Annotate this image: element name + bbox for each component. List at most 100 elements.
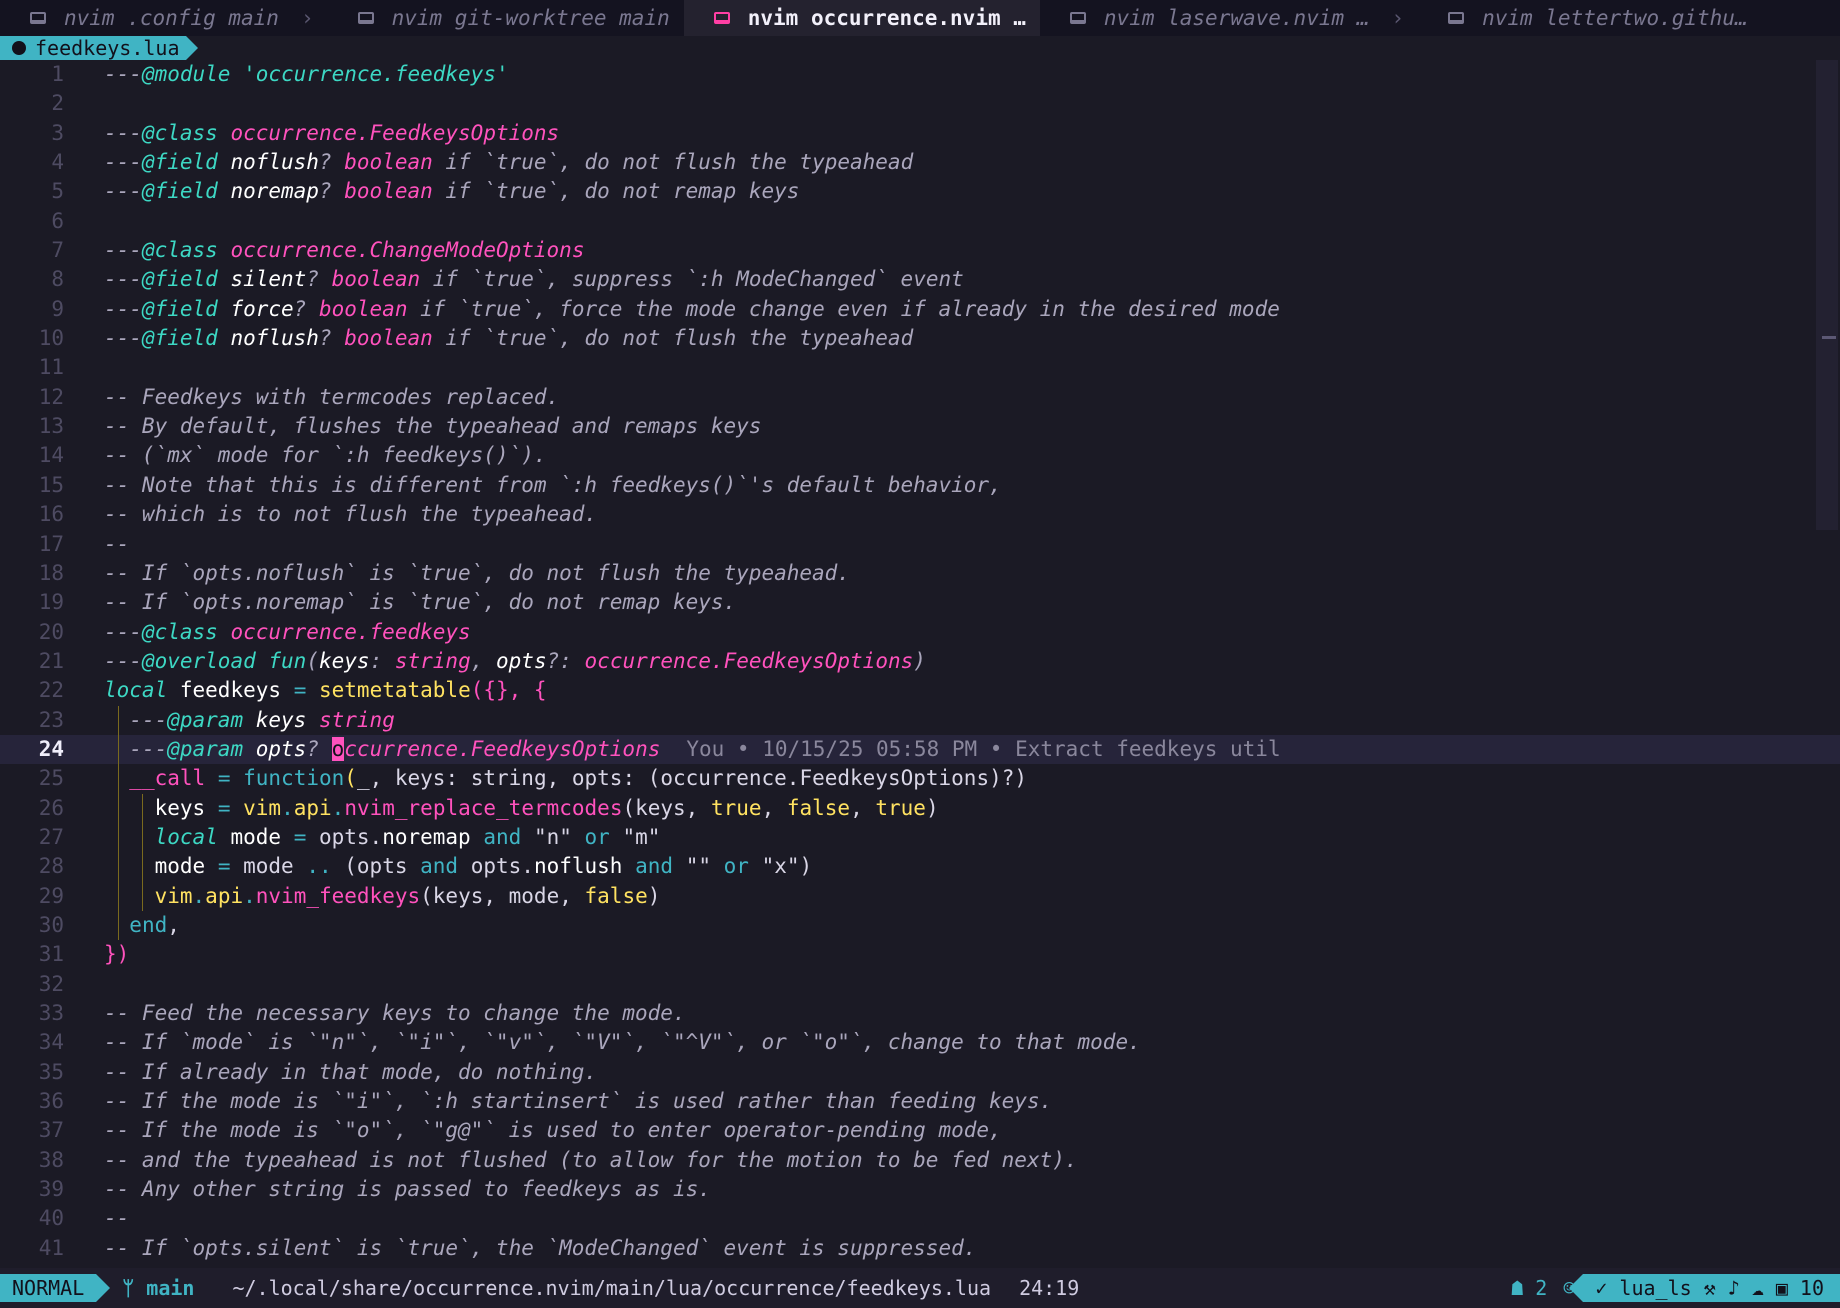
code-line[interactable]: 41 -- If `opts.silent` is `true`, the `Mo…	[0, 1234, 1840, 1263]
line-number: 24	[38, 736, 64, 761]
format-icon[interactable]: ⚒	[1704, 1276, 1716, 1300]
code-token: or	[723, 854, 749, 879]
editor-buffer[interactable]: 1 ---@module 'occurrence.feedkeys' 2 3 ---@c…	[0, 60, 1840, 1273]
code-token: =	[293, 678, 307, 703]
code-token: noflush	[230, 326, 319, 351]
code-line[interactable]: 26 keys = vim.api.nvim_replace_termcodes…	[0, 793, 1840, 823]
code-text: local mode = opts.noremap and "n" or "m"	[104, 823, 661, 852]
laptop-icon	[1448, 12, 1465, 24]
code-token: ?	[318, 326, 345, 351]
code-line[interactable]: 33 -- Feed the necessary keys to change t…	[0, 999, 1840, 1028]
code-token: false	[584, 883, 648, 908]
code-line[interactable]: 19 -- If `opts.noremap` is `true`, do not…	[0, 588, 1840, 617]
code-line[interactable]: 6	[0, 207, 1840, 236]
terminal-tab-3[interactable]: nvim occurrence.nvim …	[683, 0, 1040, 36]
code-line[interactable]: 5 ---@field noremap? boolean if `true`, d…	[0, 177, 1840, 206]
code-token: local	[104, 678, 168, 703]
code-token: ---	[104, 648, 142, 673]
code-line[interactable]: 8 ---@field silent? boolean if `true`, su…	[0, 265, 1840, 294]
code-text: -- If the mode is `"i"`, `:h startinsert…	[104, 1087, 1052, 1116]
cloud-icon[interactable]: ☁	[1752, 1276, 1764, 1300]
code-text: -- which is to not flush the typeahead.	[104, 500, 597, 529]
code-line[interactable]: 40 --	[0, 1204, 1840, 1233]
code-line[interactable]: 20 ---@class occurrence.feedkeys	[0, 618, 1840, 647]
code-line[interactable]: 32	[0, 970, 1840, 999]
code-line[interactable]: 39 -- Any other string is passed to feedk…	[0, 1175, 1840, 1204]
terminal-tab-1[interactable]: nvim .config main ›	[0, 0, 328, 36]
code-line[interactable]: 14 -- (`mx` mode for `:h feedkeys()`).	[0, 441, 1840, 470]
code-line[interactable]: 29 vim.api.nvim_feedkeys(keys, mode, fal…	[0, 881, 1840, 911]
terminal-tab-4[interactable]: nvim laserwave.nvim … ›	[1040, 0, 1418, 36]
code-token: ---	[129, 736, 168, 761]
diagnostics-indicator[interactable]: ☗ 2	[1511, 1276, 1547, 1300]
code-line[interactable]: 2	[0, 89, 1840, 118]
code-line[interactable]: 36 -- If the mode is `"i"`, `:h startinse…	[0, 1087, 1840, 1116]
code-token: ---	[104, 326, 142, 351]
code-text: ---@field noflush? boolean if `true`, do…	[104, 324, 913, 353]
buffer-tab-label: feedkeys.lua	[35, 36, 180, 60]
package-indicator[interactable]: ▣ 10	[1776, 1276, 1824, 1300]
code-token: ---	[104, 150, 142, 175]
code-line[interactable]: 21 ---@overload fun(keys: string, opts?: …	[0, 647, 1840, 676]
code-text: -- If `opts.noremap` is `true`, do not r…	[104, 588, 736, 617]
line-number: 10	[38, 326, 64, 351]
code-token: noflush	[533, 854, 623, 879]
terminal-tab-label: nvim laserwave.nvim …	[1103, 6, 1370, 30]
code-line[interactable]: 17 --	[0, 530, 1840, 559]
code-line[interactable]: 38 -- and the typeahead is not flushed (t…	[0, 1146, 1840, 1175]
code-line[interactable]: 37 -- If the mode is `"o"`, `"g@"` is use…	[0, 1116, 1840, 1145]
line-number: 40	[38, 1206, 64, 1231]
terminal-tab-2[interactable]: nvim git-worktree main	[328, 0, 684, 36]
code-line[interactable]: 15 -- Note that this is different from `:…	[0, 471, 1840, 500]
code-line[interactable]: 25 __call = function(_, keys: string, op…	[0, 764, 1840, 794]
code-line[interactable]: 27 local mode = opts.noremap and "n" or …	[0, 822, 1840, 853]
code-line[interactable]: 23 ---@param keys string	[0, 705, 1840, 735]
code-token: @class	[141, 619, 218, 644]
code-line[interactable]: 12 -- Feedkeys with termcodes replaced.	[0, 383, 1840, 412]
code-line[interactable]: 22 local feedkeys = setmetatable({}, {	[0, 676, 1840, 705]
code-token: ,	[167, 912, 180, 937]
code-line[interactable]: 13 -- By default, flushes the typeahead a…	[0, 412, 1840, 441]
line-number: 34	[38, 1030, 64, 1055]
code-line[interactable]: 31})	[0, 940, 1840, 969]
terminal-tab-5[interactable]: nvim lettertwo.githu…	[1418, 0, 1762, 36]
lsp-client[interactable]: ✓ lua_ls	[1595, 1276, 1691, 1300]
code-line[interactable]: 7 ---@class occurrence.ChangeModeOptions	[0, 236, 1840, 265]
scrollbar[interactable]	[1816, 60, 1838, 530]
code-token: ---	[129, 707, 168, 732]
cursor-position: 24:19	[1019, 1276, 1080, 1300]
code-token: api	[293, 795, 332, 820]
code-line[interactable]: 28 mode = mode .. (opts and opts.noflush…	[0, 852, 1840, 882]
line-number: 35	[38, 1059, 64, 1084]
code-token: noremap	[382, 824, 471, 849]
code-line[interactable]: 4 ---@field noflush? boolean if `true`, d…	[0, 148, 1840, 177]
code-text: ---@field silent? boolean if `true`, sup…	[104, 265, 964, 294]
code-line[interactable]: 30 end,	[0, 910, 1840, 941]
code-text: })	[104, 940, 129, 969]
code-line[interactable]: 34 -- If `mode` is `"n"`, `"i"`, `"v"`, `…	[0, 1028, 1840, 1057]
code-line[interactable]: 24 ---@param opts? occurrence.FeedkeysOp…	[0, 734, 1840, 765]
code-token: api	[205, 883, 244, 908]
code-line[interactable]: 3 ---@class occurrence.FeedkeysOptions	[0, 119, 1840, 148]
code-token: nvim_feedkeys	[255, 883, 421, 908]
code-line[interactable]: 16 -- which is to not flush the typeahead…	[0, 500, 1840, 529]
code-line[interactable]: 18 -- If `opts.noflush` is `true`, do not…	[0, 559, 1840, 588]
line-number: 6	[51, 208, 64, 233]
code-line[interactable]: 35 -- If already in that mode, do nothing…	[0, 1058, 1840, 1087]
code-line[interactable]: 1 ---@module 'occurrence.feedkeys'	[0, 60, 1840, 89]
statusline: NORMAL ᛘ main ~/.local/share/occurrence.…	[0, 1268, 1840, 1308]
code-token: vim	[154, 883, 193, 908]
code-token: opts	[255, 736, 307, 761]
git-branch[interactable]: ᛘ main	[122, 1276, 194, 1300]
code-token: and	[420, 854, 459, 879]
code-line[interactable]: 10 ---@field noflush? boolean if `true`, …	[0, 324, 1840, 353]
code-line[interactable]: 11	[0, 353, 1840, 382]
bell-icon[interactable]: ♪	[1728, 1276, 1740, 1300]
code-line[interactable]: 9 ---@field force? boolean if `true`, for…	[0, 295, 1840, 324]
terminal-tab-label: nvim lettertwo.githu…	[1482, 6, 1748, 30]
code-token: occurrence.feedkeys	[230, 619, 471, 644]
buffer-tab-feedkeys[interactable]: feedkeys.lua	[0, 36, 197, 60]
